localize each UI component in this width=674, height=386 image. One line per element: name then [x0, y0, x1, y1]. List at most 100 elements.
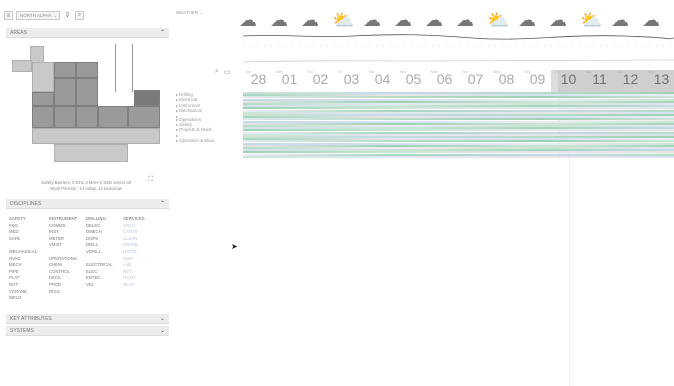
work-permits-line: Work Permits : 14 today, 14 tomorrow	[50, 186, 122, 191]
day-column[interactable]: Thu 09	[520, 70, 555, 92]
day-column[interactable]: Tue 28	[241, 70, 276, 92]
discipline-item[interactable]: DELEC	[86, 223, 123, 230]
discipline-item[interactable]: LAB	[123, 262, 163, 269]
plan-block[interactable]	[32, 128, 160, 144]
day-column[interactable]: Wed 01	[272, 70, 307, 92]
day-of-week: Wed	[493, 70, 501, 74]
tide-curve	[243, 34, 674, 63]
zoom-icon[interactable]: ⌕	[215, 68, 219, 76]
discipline-item[interactable]: MED	[9, 229, 49, 236]
day-column[interactable]: Sat 04	[365, 70, 400, 92]
discipline-item[interactable]: MECHANICAL	[9, 249, 49, 256]
plan-block[interactable]	[76, 106, 98, 128]
day-column[interactable]: Thu 02	[303, 70, 338, 92]
calendar-icon[interactable]: ▭	[224, 68, 231, 76]
discipline-item[interactable]: DRILLING	[86, 216, 123, 223]
discipline-item[interactable]: HVAC	[9, 256, 49, 263]
day-column[interactable]: Sun 05	[396, 70, 431, 92]
day-column[interactable]: Fri 03	[334, 70, 369, 92]
area-item[interactable]: Operation & Main.	[176, 138, 215, 143]
day-of-week: Mon	[431, 70, 438, 74]
discipline-item[interactable]: RIGG	[49, 289, 86, 296]
discipline-item[interactable]: INST	[49, 229, 86, 236]
today-line	[569, 158, 570, 386]
discipline-item[interactable]: WELD	[9, 295, 49, 302]
discipline-item[interactable]: PLAT	[9, 275, 49, 282]
key-attributes-title: KEY ATTRIBUTES	[10, 315, 52, 322]
discipline-item[interactable]: VCRANE	[9, 289, 49, 296]
discipline-item[interactable]: VDRILL	[86, 249, 123, 256]
discipline-item[interactable]: CLEAN	[123, 236, 163, 243]
discipline-item[interactable]: ENTEC	[86, 275, 123, 282]
discipline-item[interactable]: HOTEL	[123, 249, 163, 256]
discipline-item[interactable]: COMMS	[49, 223, 86, 230]
plan-block[interactable]	[12, 60, 32, 72]
discipline-item[interactable]: PIPE	[9, 269, 49, 276]
discipline-item[interactable]: ARCH	[123, 223, 163, 230]
discipline-item[interactable]: F&G	[9, 223, 49, 230]
plan-block[interactable]	[98, 106, 128, 128]
discipline-item[interactable]: ELEC	[86, 269, 123, 276]
discipline-item[interactable]: INSP	[123, 256, 163, 263]
derrick	[115, 44, 133, 92]
chevron-down-icon: ⌄	[159, 328, 165, 334]
plan-block[interactable]	[54, 106, 76, 128]
discipline-item[interactable]: SCAF	[123, 282, 163, 289]
systems-header[interactable]: SYSTEMS ⌄	[6, 326, 169, 336]
plan-block[interactable]	[32, 62, 54, 92]
hamburger-icon[interactable]: ≡	[4, 11, 13, 20]
search-icon[interactable]: ⌕	[75, 11, 84, 20]
area-item[interactable]: Projects & Mods	[176, 127, 215, 132]
weather-row: ☁ ☁ ☁ ⛅ ☁ ☁ ☁ ☁ ⛅ ☁ ☁ ⛅ ☁ ☁	[239, 10, 674, 32]
discipline-item[interactable]: DECK	[49, 275, 86, 282]
expand-icon[interactable]: ⛶	[148, 176, 153, 184]
discipline-item[interactable]: INSTRUMENT	[49, 216, 86, 223]
discipline-item[interactable]: SAFE	[9, 236, 49, 243]
discipline-item	[86, 256, 123, 263]
discipline-item[interactable]: SERVICES	[123, 216, 163, 223]
discipline-item[interactable]: DMECH	[86, 229, 123, 236]
discipline-item[interactable]: CATER	[123, 229, 163, 236]
discipline-item[interactable]: MECH	[9, 262, 49, 269]
disciplines-header[interactable]: DISCIPLINES ⌃	[6, 199, 169, 209]
discipline-item[interactable]: DRILL	[86, 242, 123, 249]
cloud-icon: ☁	[642, 10, 660, 30]
day-column[interactable]: Tue 07	[458, 70, 493, 92]
discipline-item[interactable]: DOPS	[86, 236, 123, 243]
day-column[interactable]: Mon 06	[427, 70, 462, 92]
day-column[interactable]: Wed 08	[489, 70, 524, 92]
discipline-item[interactable]: PROD	[49, 282, 86, 289]
discipline-item[interactable]: RET	[123, 269, 163, 276]
discipline-item[interactable]: PAINT	[123, 275, 163, 282]
plan-block[interactable]	[32, 92, 54, 106]
site-dropdown-label: NORTH ALPHA	[20, 13, 52, 18]
funnel-icon[interactable]: ⊽	[63, 11, 72, 20]
activity-bar[interactable]	[243, 155, 674, 158]
plan-block[interactable]	[54, 62, 76, 78]
discipline-item[interactable]: VMIST	[49, 242, 86, 249]
discipline-item[interactable]: CRANE	[123, 242, 163, 249]
weather-dropdown[interactable]: WEATHER ⌄	[176, 10, 203, 16]
plan-block[interactable]	[32, 106, 54, 128]
cloud-icon: ☁	[549, 10, 567, 30]
discipline-item[interactable]: CHEM	[49, 262, 86, 269]
discipline-item[interactable]: ROT	[9, 282, 49, 289]
discipline-item[interactable]: OPERATIONS	[49, 256, 86, 263]
mouse-cursor-icon: ➤	[231, 242, 238, 251]
plan-block[interactable]	[76, 62, 98, 78]
discipline-item[interactable]: SAFETY	[9, 216, 49, 223]
key-attributes-header[interactable]: KEY ATTRIBUTES ⌄	[6, 314, 169, 324]
discipline-item[interactable]: VEL	[86, 282, 123, 289]
site-dropdown[interactable]: NORTH ALPHA ⌄	[16, 11, 60, 20]
plan-block[interactable]	[54, 78, 76, 106]
discipline-item[interactable]: CONTROL	[49, 269, 86, 276]
areas-header[interactable]: AREAS ⌃	[6, 28, 169, 38]
discipline-item[interactable]: ELECTRICAL	[86, 262, 123, 269]
plan-block[interactable]	[128, 106, 160, 128]
discipline-item	[86, 289, 123, 296]
plan-block[interactable]	[76, 78, 98, 106]
plan-block[interactable]	[54, 144, 128, 162]
plan-block[interactable]	[134, 90, 160, 106]
partly-cloudy-icon: ⛅	[332, 10, 355, 30]
discipline-item[interactable]: METER	[49, 236, 86, 243]
